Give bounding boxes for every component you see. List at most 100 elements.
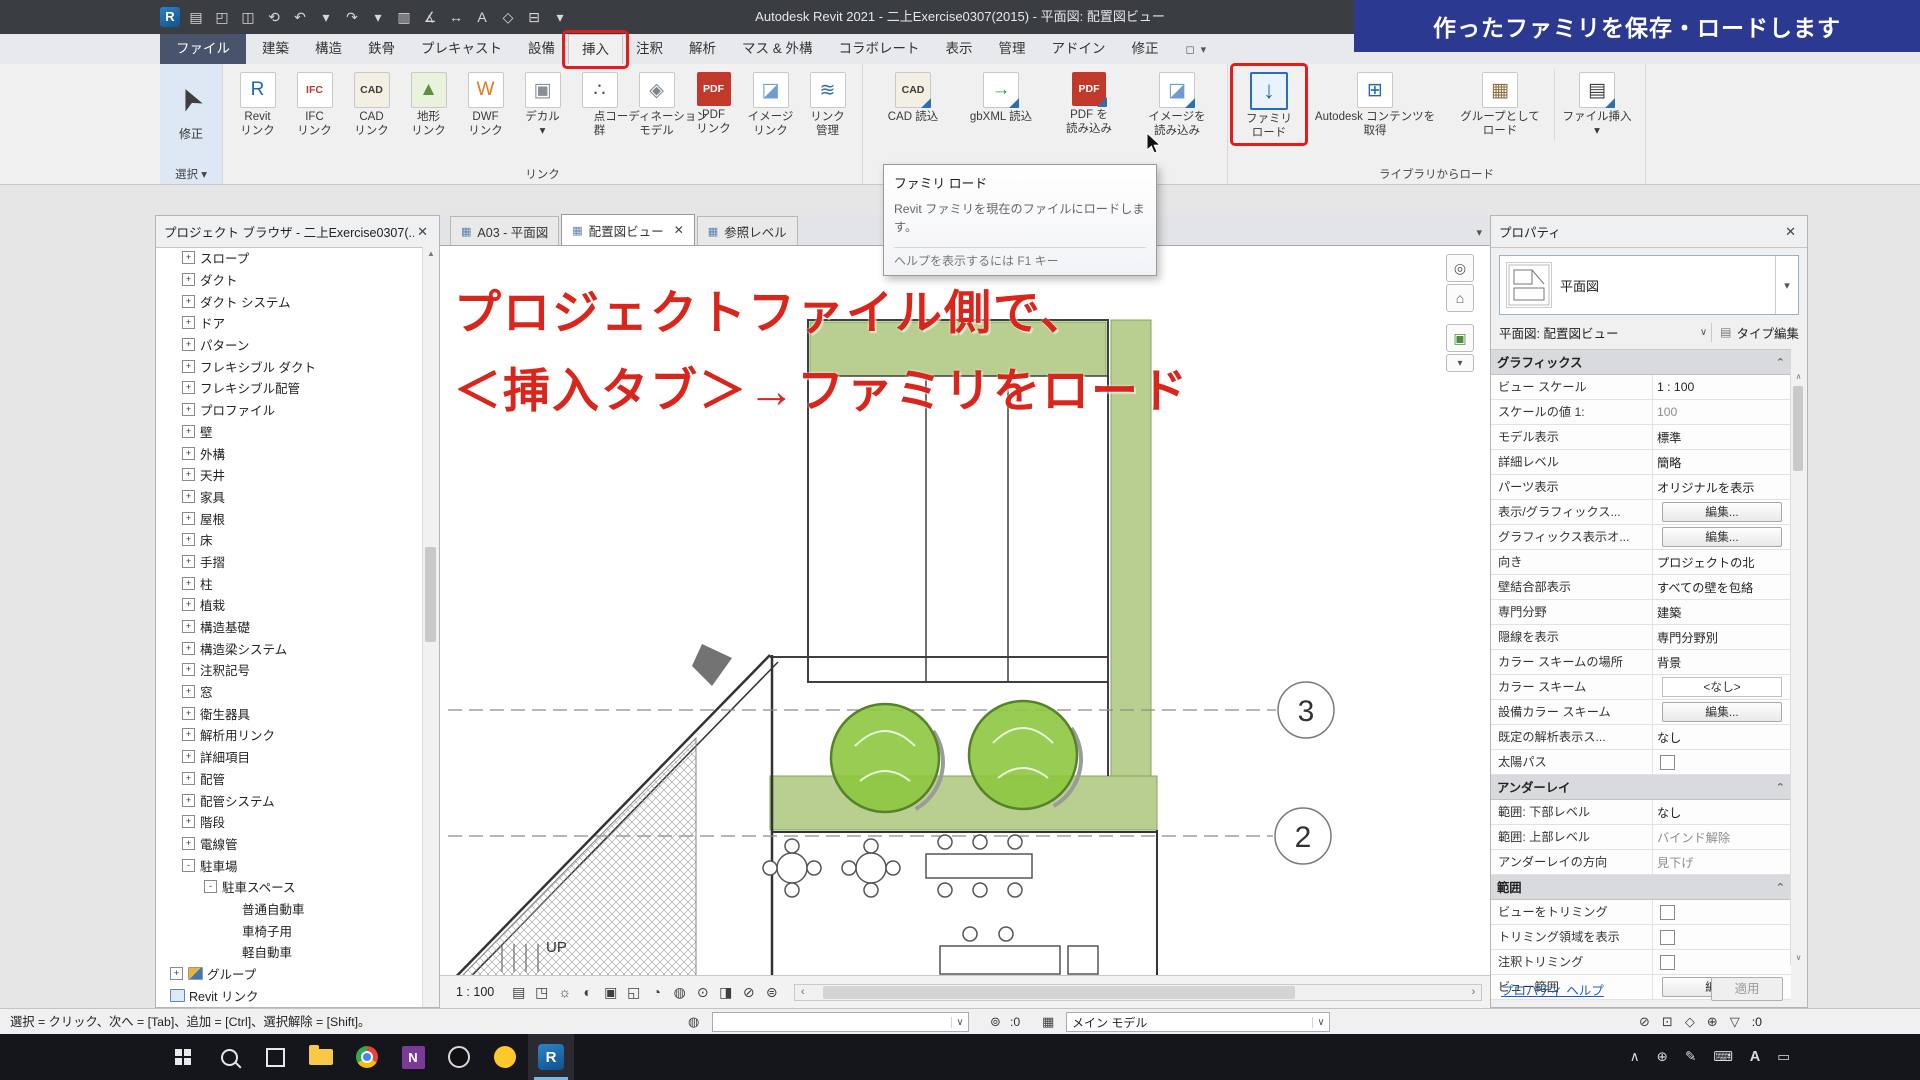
tree-expand-icon[interactable]: + [182, 685, 195, 698]
ribbon-tab[interactable]: 注釈 [623, 34, 676, 64]
scale-button[interactable]: 1 : 100 [448, 983, 502, 1001]
tree-expand-icon[interactable]: + [182, 425, 195, 438]
tree-item[interactable]: Revit リンク [156, 984, 423, 1006]
tree-expand-icon[interactable]: + [182, 794, 195, 807]
ribbon-tab[interactable]: 解析 [676, 34, 729, 64]
tree-item[interactable]: + 構造基礎 [156, 616, 423, 638]
tree-item[interactable]: 車椅子用 [156, 919, 423, 941]
tree-expand-icon[interactable]: + [182, 338, 195, 351]
project-browser-header[interactable]: プロジェクト ブラウザ - 二上Exercise0307(... ✕ [156, 216, 439, 248]
view-cube-icon[interactable]: ▣ [1446, 324, 1474, 352]
tree-item[interactable]: + 注釈記号 [156, 659, 423, 681]
start-button[interactable] [160, 1034, 206, 1080]
scrollbar-thumb[interactable] [1793, 386, 1803, 471]
tree-expand-icon[interactable]: + [182, 360, 195, 373]
property-value[interactable]: 標準 標準 標準 [1653, 425, 1791, 449]
print-icon[interactable]: ▥ [394, 9, 414, 26]
constraints-icon[interactable]: ⊜ [762, 984, 781, 1001]
ribbon-button[interactable]: PDF PDF を 読み込み [1045, 69, 1133, 138]
properties-help-link[interactable]: プロパティ ヘルプ [1501, 980, 1604, 999]
workset-icon[interactable]: ◍ [688, 1009, 699, 1035]
select-pinned-icon[interactable]: ◇ [1685, 1014, 1695, 1030]
ribbon-state-toggle-icon[interactable]: ◻ [1186, 43, 1195, 56]
explorer-icon[interactable] [298, 1034, 344, 1080]
drawing-canvas[interactable]: UP [440, 246, 1490, 975]
zoom-home-icon[interactable]: ⌂ [1446, 284, 1474, 312]
redo-caret-icon[interactable]: ▾ [368, 9, 388, 26]
show-crop-icon[interactable]: ◱ [624, 984, 643, 1001]
type-selector[interactable]: 平面図 ▾ [1499, 255, 1799, 315]
shadows-icon[interactable]: ◐ [578, 984, 597, 1001]
property-value[interactable] [1653, 900, 1791, 924]
view-tab[interactable]: ▦ A03 - 平面図 ✕ [450, 216, 559, 245]
scroll-right-icon[interactable]: › [1466, 986, 1481, 998]
dropdown-value[interactable]: <なし> [1662, 677, 1782, 697]
dimension-icon[interactable]: ↔ [446, 9, 466, 25]
filter-icon[interactable]: ▽ [1730, 1014, 1740, 1030]
tree-expand-icon[interactable]: + [182, 642, 195, 655]
ribbon-button[interactable]: ≋ リンク 管理 [799, 69, 856, 138]
tree-item[interactable]: + 手摺 [156, 551, 423, 573]
property-value[interactable]: <なし> <なし> <なし> [1653, 675, 1791, 699]
tree-expand-icon[interactable]: + [182, 750, 195, 763]
tree-item[interactable]: + ダクト [156, 269, 423, 291]
tree-item[interactable]: + 衛生器具 [156, 702, 423, 724]
ribbon-tab[interactable]: マス & 外構 [729, 34, 826, 64]
close-icon[interactable]: ✕ [414, 224, 431, 240]
tree-item[interactable]: + 天井 [156, 464, 423, 486]
tree-expand-icon[interactable]: + [182, 273, 195, 286]
tree-item[interactable]: + ダクト システム [156, 290, 423, 312]
ribbon-button[interactable]: ▤ ファイル挿入 ▾ [1554, 69, 1639, 140]
redo-icon[interactable]: ↷ [342, 9, 362, 26]
select-link-icon[interactable]: ⊘ [1639, 1014, 1650, 1030]
tree-item[interactable]: + 床 [156, 529, 423, 551]
property-value[interactable]: 編集... 編集... 編集... [1653, 700, 1791, 724]
tree-item[interactable]: + 屋根 [156, 507, 423, 529]
property-value[interactable]: 見下げ 見下げ 見下げ [1653, 850, 1791, 874]
tree-item[interactable]: + 壁 [156, 421, 423, 443]
design-options-icon[interactable]: ▦ [1042, 1009, 1054, 1035]
apply-button[interactable]: 適用 [1711, 977, 1783, 1001]
pen-icon[interactable]: ✎ [1685, 1049, 1696, 1065]
view-tab-close-icon[interactable]: ✕ [674, 223, 684, 237]
property-value[interactable]: 100 100 100 [1653, 400, 1791, 424]
tree-item[interactable]: + 窓 [156, 681, 423, 703]
ribbon-button[interactable]: → gbXML 読込 [957, 69, 1045, 138]
ribbon-tab[interactable]: 表示 [933, 34, 986, 64]
horizontal-scrollbar[interactable]: ‹ › [794, 984, 1482, 1001]
tree-item[interactable]: + 柱 [156, 572, 423, 594]
design-option-combobox[interactable]: メイン モデル ∨ [1066, 1012, 1330, 1032]
app-menu-icon[interactable]: ▤ [186, 9, 206, 26]
scrollbar-thumb[interactable] [823, 986, 1295, 999]
properties-header[interactable]: プロパティ ✕ [1491, 216, 1807, 248]
ribbon-button[interactable]: W DWF リンク [457, 69, 514, 138]
ribbon-minimize-caret-icon[interactable]: ▾ [1201, 43, 1207, 56]
ribbon-tab[interactable]: 設備 [515, 34, 568, 64]
tree-expand-icon[interactable]: + [182, 447, 195, 460]
tree-item[interactable]: + スロープ [156, 247, 423, 269]
property-value[interactable]: 専門分野別 専門分野別 専門分野別 [1653, 625, 1791, 649]
tree-item[interactable]: + 植栽 [156, 594, 423, 616]
ribbon-button[interactable]: CAD CAD リンク [343, 69, 400, 138]
yellow-app-icon[interactable] [482, 1034, 528, 1080]
property-section-header[interactable]: 範囲 ⌃ [1491, 875, 1791, 900]
property-value[interactable]: なし なし なし [1653, 725, 1791, 749]
tree-expand-icon[interactable]: + [182, 533, 195, 546]
property-value[interactable]: バインド解除 バインド解除 バインド解除 [1653, 825, 1791, 849]
notification-icon[interactable]: ▭ [1777, 1049, 1790, 1065]
tree-expand-icon[interactable]: + [182, 728, 195, 741]
edit-type-button[interactable]: ▤ タイプ編集 [1711, 323, 1799, 342]
ribbon-button[interactable]: CAD CAD 読込 [869, 69, 957, 138]
tree-expand-icon[interactable]: + [182, 598, 195, 611]
ribbon-tab[interactable]: 鉄骨 [355, 34, 408, 64]
tree-expand-icon[interactable]: + [182, 772, 195, 785]
ribbon-button[interactable]: PDF PDF リンク [685, 69, 742, 138]
collapse-icon[interactable]: ⌃ [1776, 881, 1785, 894]
edit-button[interactable]: 編集... [1662, 527, 1782, 547]
chrome-icon[interactable] [344, 1034, 390, 1080]
collapse-icon[interactable]: ⌃ [1776, 781, 1785, 794]
property-value[interactable]: オリジナルを表示 オリジナルを表示 オリジナルを表示 [1653, 475, 1791, 499]
ribbon-button[interactable]: ◪ イメージ リンク [742, 69, 799, 138]
ribbon-button[interactable]: IFC IFC リンク [286, 69, 343, 138]
tree-expand-icon[interactable]: + [182, 837, 195, 850]
